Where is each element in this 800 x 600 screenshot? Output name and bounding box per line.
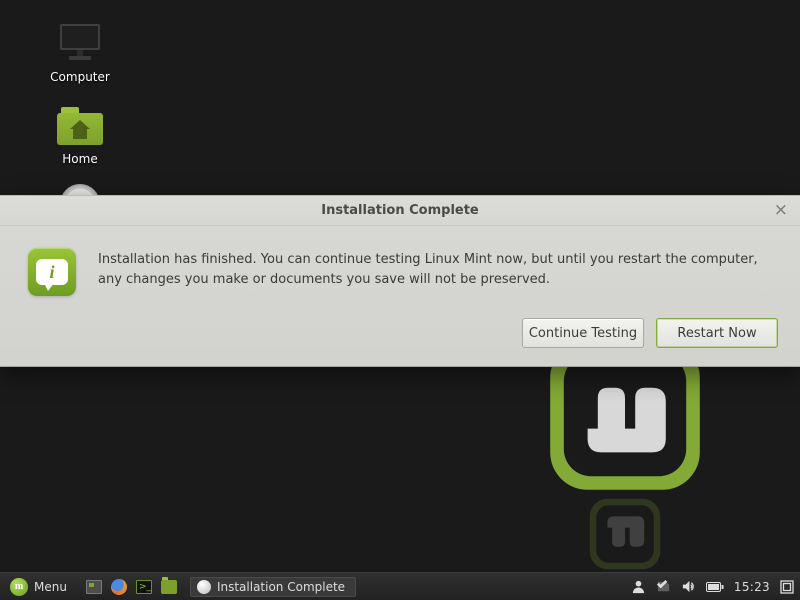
dialog-title: Installation Complete [321,203,479,218]
desktop-icon-label: Computer [50,70,110,84]
installation-complete-dialog: Installation Complete × i Installation h… [0,195,800,367]
computer-icon [56,20,104,68]
taskbar: m Menu >_ Installation Complete 15:23 [0,572,800,600]
dialog-buttons: Continue Testing Restart Now [0,304,800,366]
network-applet[interactable] [656,579,671,594]
files-icon [161,580,177,594]
window-list-applet[interactable] [780,580,794,594]
menu-button[interactable]: m Menu [6,576,77,598]
taskbar-window-button[interactable]: Installation Complete [190,577,356,597]
dialog-message: Installation has finished. You can conti… [98,248,772,296]
clock[interactable]: 15:23 [734,580,770,594]
battery-applet[interactable] [706,581,724,593]
dialog-titlebar[interactable]: Installation Complete × [0,196,800,226]
show-desktop-icon [86,580,102,594]
taskbar-window-title: Installation Complete [217,580,345,594]
user-applet[interactable] [631,579,646,594]
app-icon [197,580,211,594]
close-icon[interactable]: × [774,202,788,219]
continue-testing-button[interactable]: Continue Testing [522,318,644,348]
files-launcher[interactable] [158,576,180,598]
desktop-icon-home[interactable]: Home [40,102,120,166]
wallpaper-logo-reflection [540,490,710,574]
show-desktop-button[interactable] [83,576,105,598]
terminal-icon: >_ [136,580,152,594]
terminal-launcher[interactable]: >_ [133,576,155,598]
mint-logo-icon: m [10,578,28,596]
taskbar-launchers: >_ [83,576,180,598]
firefox-launcher[interactable] [108,576,130,598]
firefox-icon [111,579,127,595]
folder-home-icon [56,102,104,150]
system-tray: 15:23 [631,579,794,594]
menu-label: Menu [34,580,67,594]
restart-now-button[interactable]: Restart Now [656,318,778,348]
info-icon: i [28,248,76,296]
desktop-icon-computer[interactable]: Computer [40,20,120,84]
desktop-icon-label: Home [62,152,97,166]
volume-applet[interactable] [681,579,696,594]
